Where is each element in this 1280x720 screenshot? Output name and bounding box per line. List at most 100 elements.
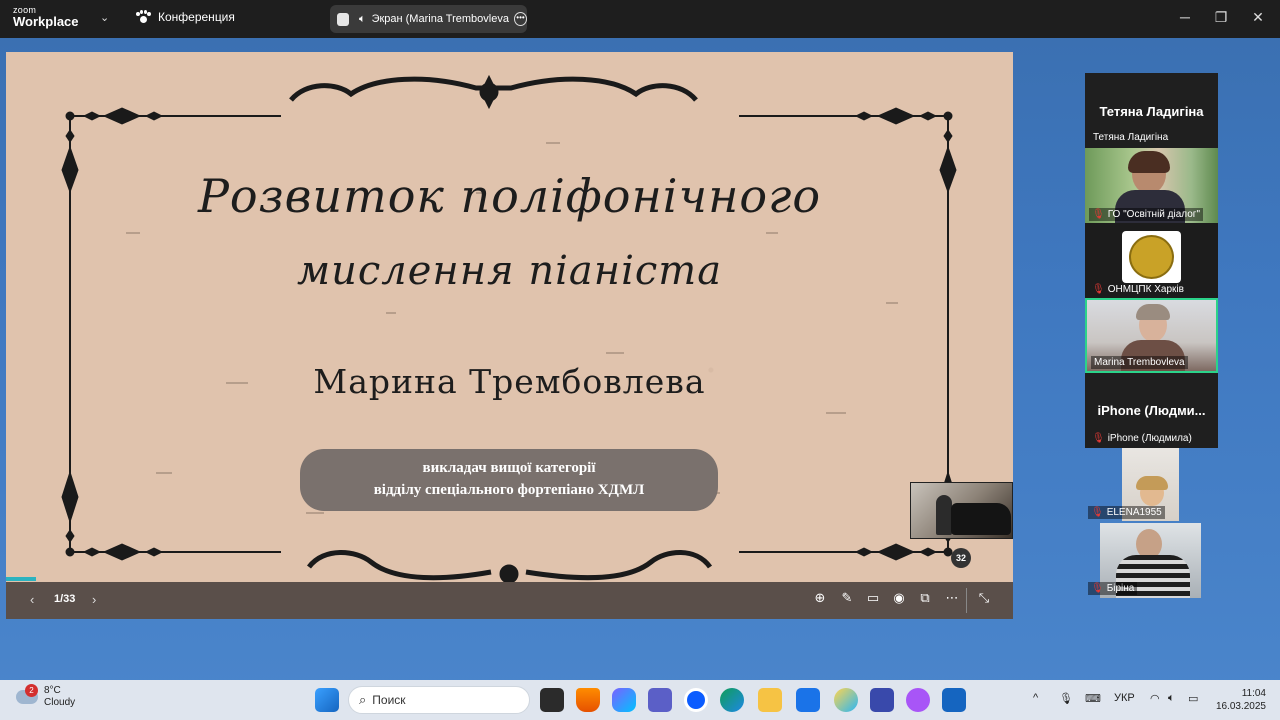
copilot-icon[interactable] xyxy=(612,688,636,712)
battery-icon[interactable]: ▭ xyxy=(1188,692,1198,705)
clock-date: 16.03.2025 xyxy=(1215,701,1266,712)
more-options-icon[interactable]: ••• xyxy=(513,12,527,26)
store-icon[interactable] xyxy=(942,688,966,712)
taskbar-search[interactable]: ⌕ Поиск xyxy=(348,686,530,714)
phone-link-icon[interactable] xyxy=(870,688,894,712)
participant-big-name: iPhone (Людми... xyxy=(1097,403,1206,418)
windows-start-icon[interactable] xyxy=(315,688,339,712)
mic-muted-icon: 🎙︎ xyxy=(1091,507,1104,518)
participant-name: ОНМЦПК Харків xyxy=(1107,284,1184,295)
broadcast-icon[interactable]: ◉ xyxy=(890,590,908,606)
wifi-icon[interactable]: ◠ xyxy=(1150,692,1160,705)
participant-big-name: Тетяна Ладигіна xyxy=(1099,104,1204,119)
weather-temp: 8°C xyxy=(44,685,61,696)
zoom-in-icon[interactable]: ⊕ xyxy=(811,590,829,606)
participant-tile-active[interactable]: Marina Trembovleva xyxy=(1085,298,1218,373)
weather-desc: Cloudy xyxy=(44,697,76,708)
org-logo-frame xyxy=(1122,231,1181,283)
page-indicator: 1/33 xyxy=(54,593,76,605)
paw-icon xyxy=(136,10,151,24)
screen-share-tab[interactable]: 🔈︎ Экран (Marina Trembovleva ••• xyxy=(330,5,527,33)
subtitles-icon[interactable]: ▭ xyxy=(864,590,882,606)
zoom-app-icon[interactable] xyxy=(684,688,708,712)
slide-toolbar: ‹ 1/33 › ⊕ ✎ ▭ ◉ ⧉ ⋯ ⤡ xyxy=(6,582,1013,619)
participant-tile-2[interactable]: 🎙︎ ГО "Освітній діалог" xyxy=(1085,148,1218,223)
participant-tile-5[interactable]: iPhone (Людми... 🎙︎ iPhone (Людмила) xyxy=(1085,373,1218,448)
shared-screen: Розвиток поліфонічного мислення піаніста… xyxy=(6,52,1013,619)
participant-name: ГО "Освітній діалог" xyxy=(1107,209,1200,220)
participant-caption: Marina Trembovleva xyxy=(1091,356,1188,369)
next-slide-icon[interactable]: › xyxy=(92,592,96,607)
participant-tile-1[interactable]: Тетяна Ладигіна Тетяна Ладигіна xyxy=(1085,73,1218,148)
mic-muted-icon: 🎙︎ xyxy=(1092,433,1105,444)
participant-caption: 🎙︎ iPhone (Людмила) xyxy=(1089,432,1195,445)
presentation-slide: Розвиток поліфонічного мислення піаніста… xyxy=(6,52,1013,582)
slide-progress-bar xyxy=(6,577,37,581)
language-indicator[interactable]: УКР xyxy=(1114,692,1135,704)
screen-tab-label: Экран (Marina Trembovleva xyxy=(371,13,509,25)
search-icon: ⌕ xyxy=(359,692,367,707)
mic-muted-icon: 🎙︎ xyxy=(1092,284,1105,295)
task-view-icon[interactable] xyxy=(540,688,564,712)
subtitle-line2: відділу спеціального фортепіано ХДМЛ xyxy=(373,482,645,498)
brand-big: Workplace xyxy=(13,14,79,29)
toolbar-divider xyxy=(966,588,967,613)
participant-name: ELENA1955 xyxy=(1106,507,1162,518)
piano-shape xyxy=(951,503,1011,535)
slide-subtitle-pill: викладач вищої категорії відділу спеціал… xyxy=(300,449,718,511)
windows-taskbar: 2 8°C Cloudy ⌕ Поиск ^ 🎙︎ ⌨ УКР ◠ 🔈︎ ▭ 1… xyxy=(0,680,1280,720)
mydigitalassistant-icon[interactable] xyxy=(796,688,820,712)
clock-time: 11:04 xyxy=(1241,688,1266,699)
tray-chevron-up-icon[interactable]: ^ xyxy=(1033,692,1038,704)
slide-title-line1: Розвиток поліфонічного xyxy=(197,169,822,223)
participant-tile-3[interactable]: 🎙︎ ОНМЦПК Харків xyxy=(1085,223,1218,298)
presenter-camera-thumbnail[interactable] xyxy=(910,482,1013,539)
participant-hair xyxy=(1128,151,1170,173)
weather-text: 8°C Cloudy xyxy=(44,685,75,709)
participant-hair xyxy=(1136,304,1170,320)
participant-caption: 🎙︎ ГО "Освітній діалог" xyxy=(1089,208,1203,221)
restore-icon[interactable]: ❐ xyxy=(1211,9,1231,26)
participant-name: Marina Trembovleva xyxy=(1094,357,1185,368)
minimize-icon[interactable]: ─ xyxy=(1175,9,1195,25)
vlc-icon[interactable] xyxy=(576,688,600,712)
weather-badge: 2 xyxy=(25,684,38,697)
system-clock[interactable]: 11:04 16.03.2025 xyxy=(1210,687,1266,713)
participant-name: Тетяна Ладигіна xyxy=(1093,132,1169,143)
participant-caption-birina: 🎙︎ Біріна xyxy=(1088,582,1138,595)
file-explorer-icon[interactable] xyxy=(758,688,782,712)
volume-icon[interactable]: 🔈︎ xyxy=(1168,692,1175,705)
stop-share-icon[interactable] xyxy=(337,12,349,26)
presenter-view-icon[interactable]: ⧉ xyxy=(916,590,934,606)
org-emblem-icon xyxy=(1129,235,1174,279)
conference-tab[interactable]: Конференция xyxy=(136,10,235,24)
search-placeholder: Поиск xyxy=(372,693,406,707)
cloud-icon: 2 xyxy=(16,684,38,704)
assistant-icon[interactable] xyxy=(906,688,930,712)
participant-caption: 🎙︎ ОНМЦПК Харків xyxy=(1089,283,1187,296)
subtitle-line1: викладач вищої категорії xyxy=(422,460,596,476)
microphone-icon[interactable]: 🎙︎ xyxy=(1059,692,1073,705)
teams-icon[interactable] xyxy=(648,688,672,712)
participant-name: iPhone (Людмила) xyxy=(1107,433,1192,444)
previous-slide-icon[interactable]: ‹ xyxy=(30,592,34,607)
participant-hair xyxy=(1136,476,1168,490)
photos-icon[interactable] xyxy=(834,688,858,712)
mic-muted-icon: 🎙︎ xyxy=(1091,583,1104,594)
edge-icon[interactable] xyxy=(720,688,744,712)
conference-label: Конференция xyxy=(158,10,235,24)
participant-name: Біріна xyxy=(1106,583,1135,594)
close-icon[interactable]: ✕ xyxy=(1248,9,1268,26)
slide-count-badge[interactable]: 32 xyxy=(951,548,971,568)
more-icon[interactable]: ⋯ xyxy=(943,590,961,606)
keyboard-icon[interactable]: ⌨ xyxy=(1085,692,1101,705)
pianist-figure xyxy=(936,495,952,535)
participant-caption: Тетяна Ладигіна xyxy=(1090,131,1171,144)
weather-widget[interactable]: 2 8°C Cloudy xyxy=(16,684,75,709)
chevron-down-icon[interactable]: ⌄ xyxy=(100,11,109,24)
zoom-workplace-logo[interactable]: zoom Workplace xyxy=(13,6,79,29)
mic-muted-icon: 🎙︎ xyxy=(1092,209,1105,220)
pen-icon[interactable]: ✎ xyxy=(838,590,856,606)
speaker-icon[interactable]: 🔈︎ xyxy=(359,13,366,26)
exit-fullscreen-icon[interactable]: ⤡ xyxy=(975,590,993,606)
